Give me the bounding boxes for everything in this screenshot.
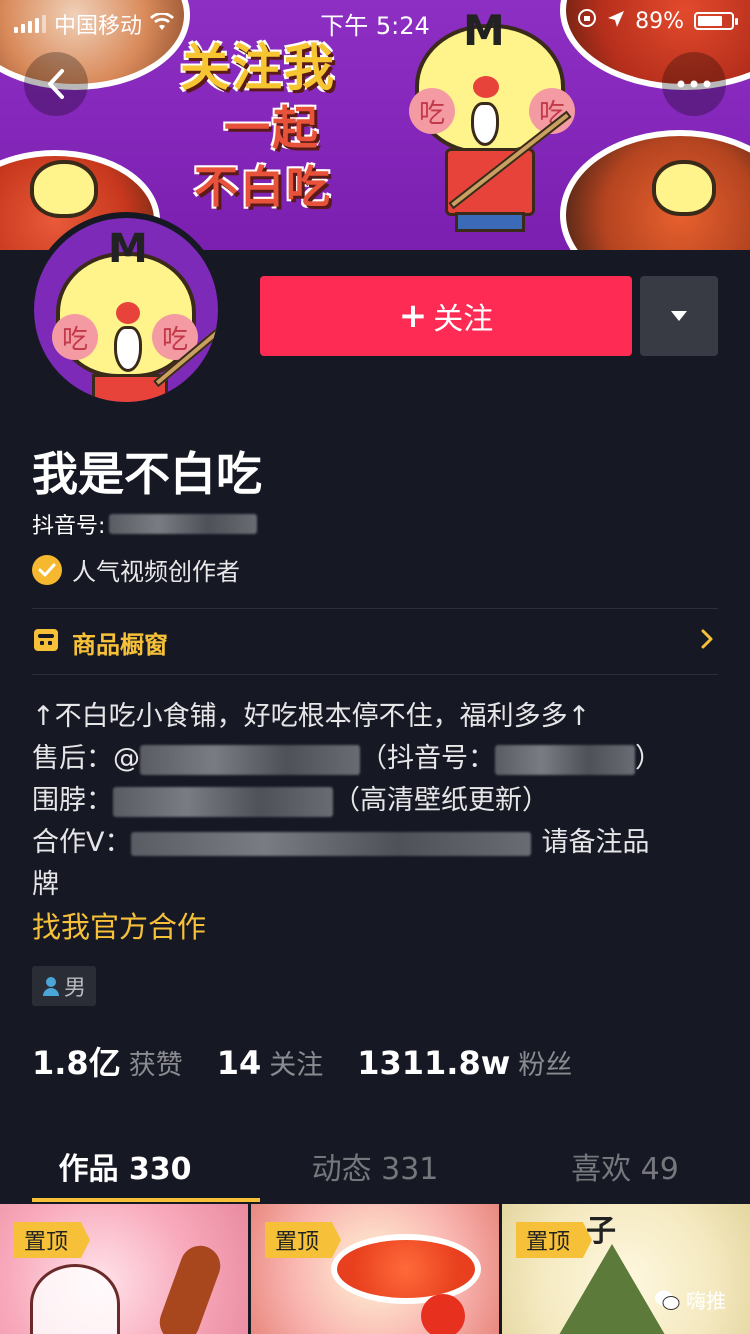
gender-tag: 男 [32, 966, 97, 1006]
bio-line-1: ↑不白吃小食铺，好吃根本停不住，福利多多↑ [32, 701, 591, 732]
redacted-id [495, 744, 635, 775]
slogan-line-2: 一起 [224, 101, 320, 155]
banner-slogan: 关注我 一起 不白吃 [180, 38, 336, 218]
tab-works[interactable]: 作品 330 [0, 1128, 260, 1204]
plus-icon: + [398, 296, 428, 336]
pinned-badge: 置顶 [265, 1222, 342, 1258]
slogan-line-3: 不白吃 [194, 162, 332, 213]
bio-line-2: 售后：@ （抖音号：） [32, 743, 662, 775]
bio-line-3: 围脖： （高清壁纸更新） [32, 785, 549, 817]
chevron-left-icon [48, 69, 64, 99]
status-bar: 中国移动 下午 5:24 89% [0, 0, 750, 40]
tab-moments[interactable]: 动态 331 [250, 1128, 500, 1204]
banner-mascot-small [30, 150, 100, 220]
avatar-cheek-left: 吃 [52, 314, 98, 360]
pinned-badge: 置顶 [14, 1222, 91, 1258]
battery-percent: 89% [635, 8, 684, 34]
tab-likes[interactable]: 喜欢 49 [500, 1128, 750, 1204]
shop-window-row[interactable]: 商品橱窗 [32, 610, 718, 674]
watermark-label: 嗨推 [686, 1289, 726, 1313]
chevron-right-icon [700, 628, 714, 654]
more-dots-icon [677, 80, 711, 88]
gender-label: 男 [64, 976, 87, 1001]
avatar: M 吃 吃 [34, 218, 218, 402]
follow-label: 关注 [433, 302, 494, 337]
triangle-down-icon [671, 311, 687, 321]
stat-followers[interactable]: 1311.8w 粉丝 [357, 1043, 572, 1082]
redacted-wechat [131, 831, 532, 856]
pinned-badge: 置顶 [516, 1222, 593, 1258]
stats-row: 1.8亿 获赞 14 关注 1311.8w 粉丝 [32, 1038, 572, 1084]
rotation-lock-icon [577, 8, 597, 34]
bio-line-5: 牌 [32, 869, 59, 900]
nickname: 我是不白吃 [32, 447, 262, 501]
battery-icon [694, 12, 738, 30]
person-icon [43, 977, 59, 996]
divider-top [32, 608, 718, 609]
back-button[interactable] [24, 52, 88, 116]
slogan-line-1: 关注我 [180, 39, 336, 97]
follow-button[interactable]: + 关注 [260, 276, 632, 356]
official-cooperation-link[interactable]: 找我官方合作 [32, 904, 206, 946]
recommend-dropdown-button[interactable] [640, 276, 718, 356]
divider-bottom [32, 674, 718, 675]
shop-label: 商品橱窗 [72, 630, 168, 659]
verified-label: 人气视频创作者 [72, 558, 240, 586]
location-icon [607, 9, 625, 34]
watermark: 嗨推 [654, 1285, 726, 1314]
content-tabs: 作品 330 动态 331 喜欢 49 [0, 1128, 750, 1204]
redacted-weibo [113, 786, 333, 817]
video-thumb[interactable]: 置顶 [0, 1204, 248, 1334]
banner-mascot: M 吃 吃 [405, 6, 585, 246]
status-right: 89% [577, 8, 738, 34]
bio: ↑不白吃小食铺，好吃根本停不住，福利多多↑ 售后：@ （抖音号：） 围脖： （高清壁… [32, 696, 722, 906]
redacted-id [109, 514, 258, 534]
bio-line-4: 合作V： 请备注品 [32, 827, 650, 858]
shop-icon [32, 627, 60, 657]
wechat-icon [655, 1290, 680, 1310]
douyin-id: 抖音号: [32, 508, 258, 540]
verified-creator: 人气视频创作者 [32, 552, 240, 587]
video-grid: 置顶 置顶 子 置顶 嗨推 [0, 1204, 750, 1334]
video-thumb[interactable]: 子 置顶 嗨推 [502, 1204, 750, 1334]
video-thumb[interactable]: 置顶 [251, 1204, 499, 1334]
redacted-handle [140, 744, 360, 775]
stat-likes[interactable]: 1.8亿 获赞 [32, 1038, 183, 1084]
verified-check-icon [32, 554, 62, 585]
stat-following[interactable]: 14 关注 [217, 1043, 324, 1082]
cheek-left: 吃 [409, 88, 455, 134]
avatar-frame[interactable]: M 吃 吃 [28, 212, 224, 408]
banner-mascot-small-right [652, 150, 722, 220]
douyin-id-label: 抖音号: [32, 514, 106, 539]
more-options-button[interactable] [662, 52, 726, 116]
